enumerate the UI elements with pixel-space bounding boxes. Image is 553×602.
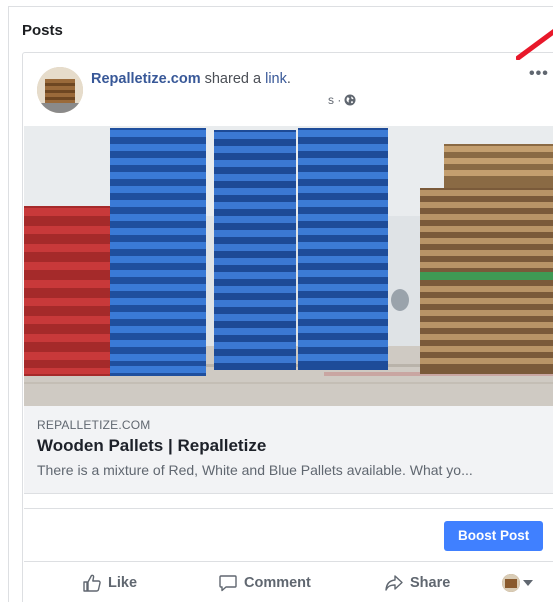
- boost-post-button[interactable]: Boost Post: [444, 521, 544, 551]
- link-description: There is a mixture of Red, White and Blu…: [37, 462, 473, 478]
- page-avatar[interactable]: [37, 67, 83, 113]
- share-label: Share: [410, 575, 451, 591]
- comment-button[interactable]: Comment: [218, 573, 311, 593]
- page-name-link[interactable]: Repalletize.com: [91, 71, 201, 87]
- share-icon: [385, 575, 403, 591]
- mini-avatar: [502, 574, 520, 592]
- post-photo[interactable]: [24, 126, 553, 406]
- link-word[interactable]: link: [265, 71, 287, 87]
- comment-label: Comment: [244, 575, 311, 591]
- red-annotation-arrow-icon: [516, 29, 553, 60]
- more-options-button[interactable]: •••: [529, 65, 549, 83]
- like-label: Like: [108, 575, 138, 591]
- share-button[interactable]: Share: [384, 573, 450, 593]
- post-header: Repalletize.com shared a link.: [91, 71, 291, 87]
- post-card: Repalletize.com shared a link. s · ••• R…: [22, 52, 553, 602]
- action-bar: Like Comment Share: [24, 565, 553, 602]
- shared-text: shared a: [200, 71, 266, 87]
- comment-icon: [219, 575, 237, 592]
- audience-selector[interactable]: [502, 574, 533, 592]
- link-preview[interactable]: REPALLETIZE.COM Wooden Pallets | Repalle…: [24, 406, 553, 494]
- like-button[interactable]: Like: [82, 573, 137, 593]
- chevron-down-icon: [523, 580, 533, 586]
- section-title: Posts: [22, 22, 63, 39]
- post-meta: s ·: [328, 93, 356, 107]
- header-period: .: [286, 71, 291, 87]
- thumbs-up-icon: [83, 574, 101, 592]
- globe-icon[interactable]: [344, 94, 356, 106]
- boost-row: Boost Post: [24, 508, 553, 562]
- link-domain: REPALLETIZE.COM: [37, 418, 151, 432]
- link-title[interactable]: Wooden Pallets | Repalletize: [37, 436, 266, 456]
- pallets-photo: [24, 126, 553, 406]
- timestamp[interactable]: s ·: [328, 93, 341, 107]
